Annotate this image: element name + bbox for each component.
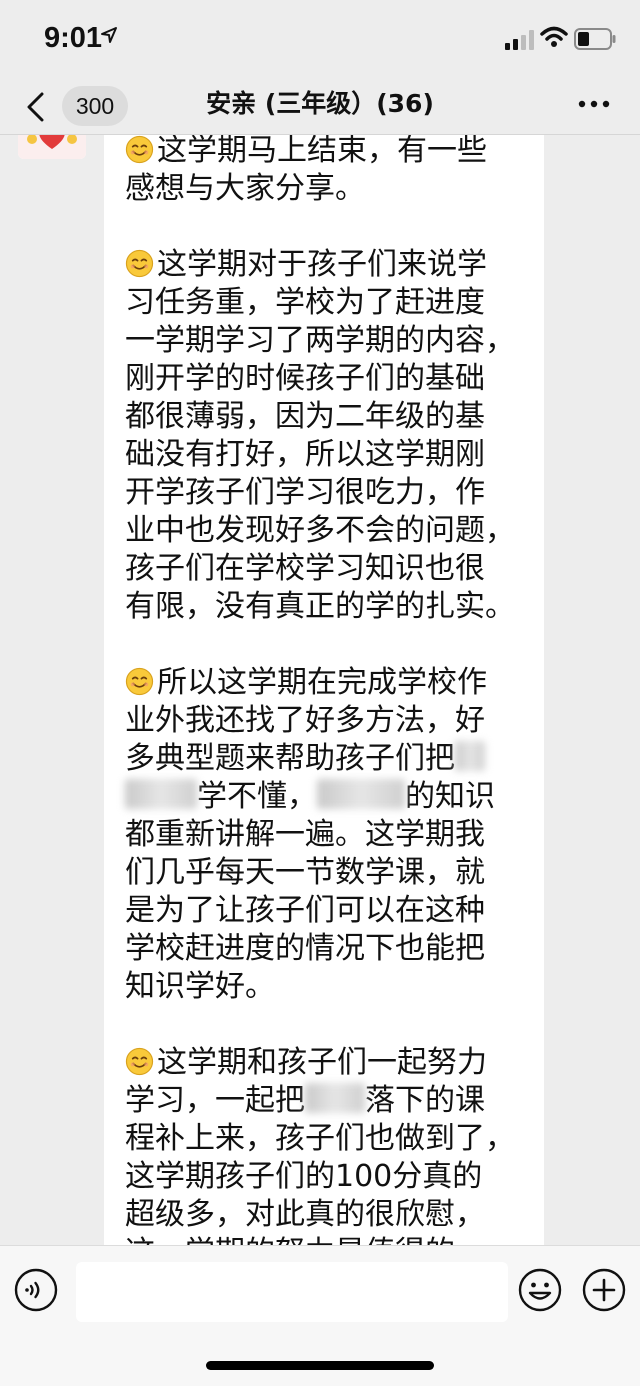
heart-avatar-icon [18, 135, 86, 159]
wifi-icon [540, 26, 568, 47]
smiling-face-icon [125, 135, 154, 164]
redacted-text [455, 741, 485, 771]
message-bubble[interactable]: 这学期马上结束，有一些 感想与大家分享。 这学期对于孩子们来说学 习任务重，学校… [104, 135, 544, 1245]
message-paragraph: 这学期和孩子们一起努力 学习，一起把 落下的课 程补上来，孩子们也做到了， 这学期… [125, 1045, 515, 1245]
redacted-text [317, 779, 405, 809]
message-paragraph: 这学期马上结束，有一些 感想与大家分享。 [125, 135, 487, 206]
voice-icon[interactable] [14, 1268, 58, 1312]
back-button[interactable]: 300 [14, 82, 128, 128]
plus-icon[interactable] [582, 1268, 626, 1312]
message-paragraph: 所以这学期在完成学校作 业外我还找了好多方法，好 多典型题来帮助孩子们把 学不懂… [125, 665, 495, 1004]
more-dots-icon[interactable] [576, 92, 612, 116]
home-indicator[interactable] [206, 1361, 434, 1370]
chat-messages[interactable]: 这学期马上结束，有一些 感想与大家分享。 这学期对于孩子们来说学 习任务重，学校… [0, 135, 640, 1245]
message-paragraph: 这学期对于孩子们来说学 习任务重，学校为了赶进度 一学期学习了两学期的内容， 刚… [125, 247, 515, 624]
message-input[interactable] [76, 1262, 508, 1322]
message-text: 这学期马上结束，有一些 感想与大家分享。 这学期对于孩子们来说学 习任务重，学校… [125, 135, 535, 1245]
redacted-text [305, 1083, 365, 1113]
unread-count-badge: 300 [62, 86, 128, 126]
smiling-face-icon [125, 249, 154, 278]
sender-avatar[interactable] [18, 135, 86, 159]
emoji-icon[interactable] [518, 1268, 562, 1312]
chat-header: 300 安亲 (三年级）(36) [0, 76, 640, 135]
location-arrow-icon [101, 27, 117, 43]
redacted-text [125, 779, 197, 809]
smiling-face-icon [125, 1047, 154, 1076]
cellular-signal-icon [505, 30, 534, 50]
chat-title: 安亲 (三年级）(36) [206, 89, 434, 118]
chevron-left-icon [27, 92, 44, 122]
battery-icon [574, 28, 616, 50]
smiling-face-icon [125, 667, 154, 696]
status-bar: 9:01 [0, 0, 640, 76]
status-time: 9:01 [44, 22, 103, 54]
